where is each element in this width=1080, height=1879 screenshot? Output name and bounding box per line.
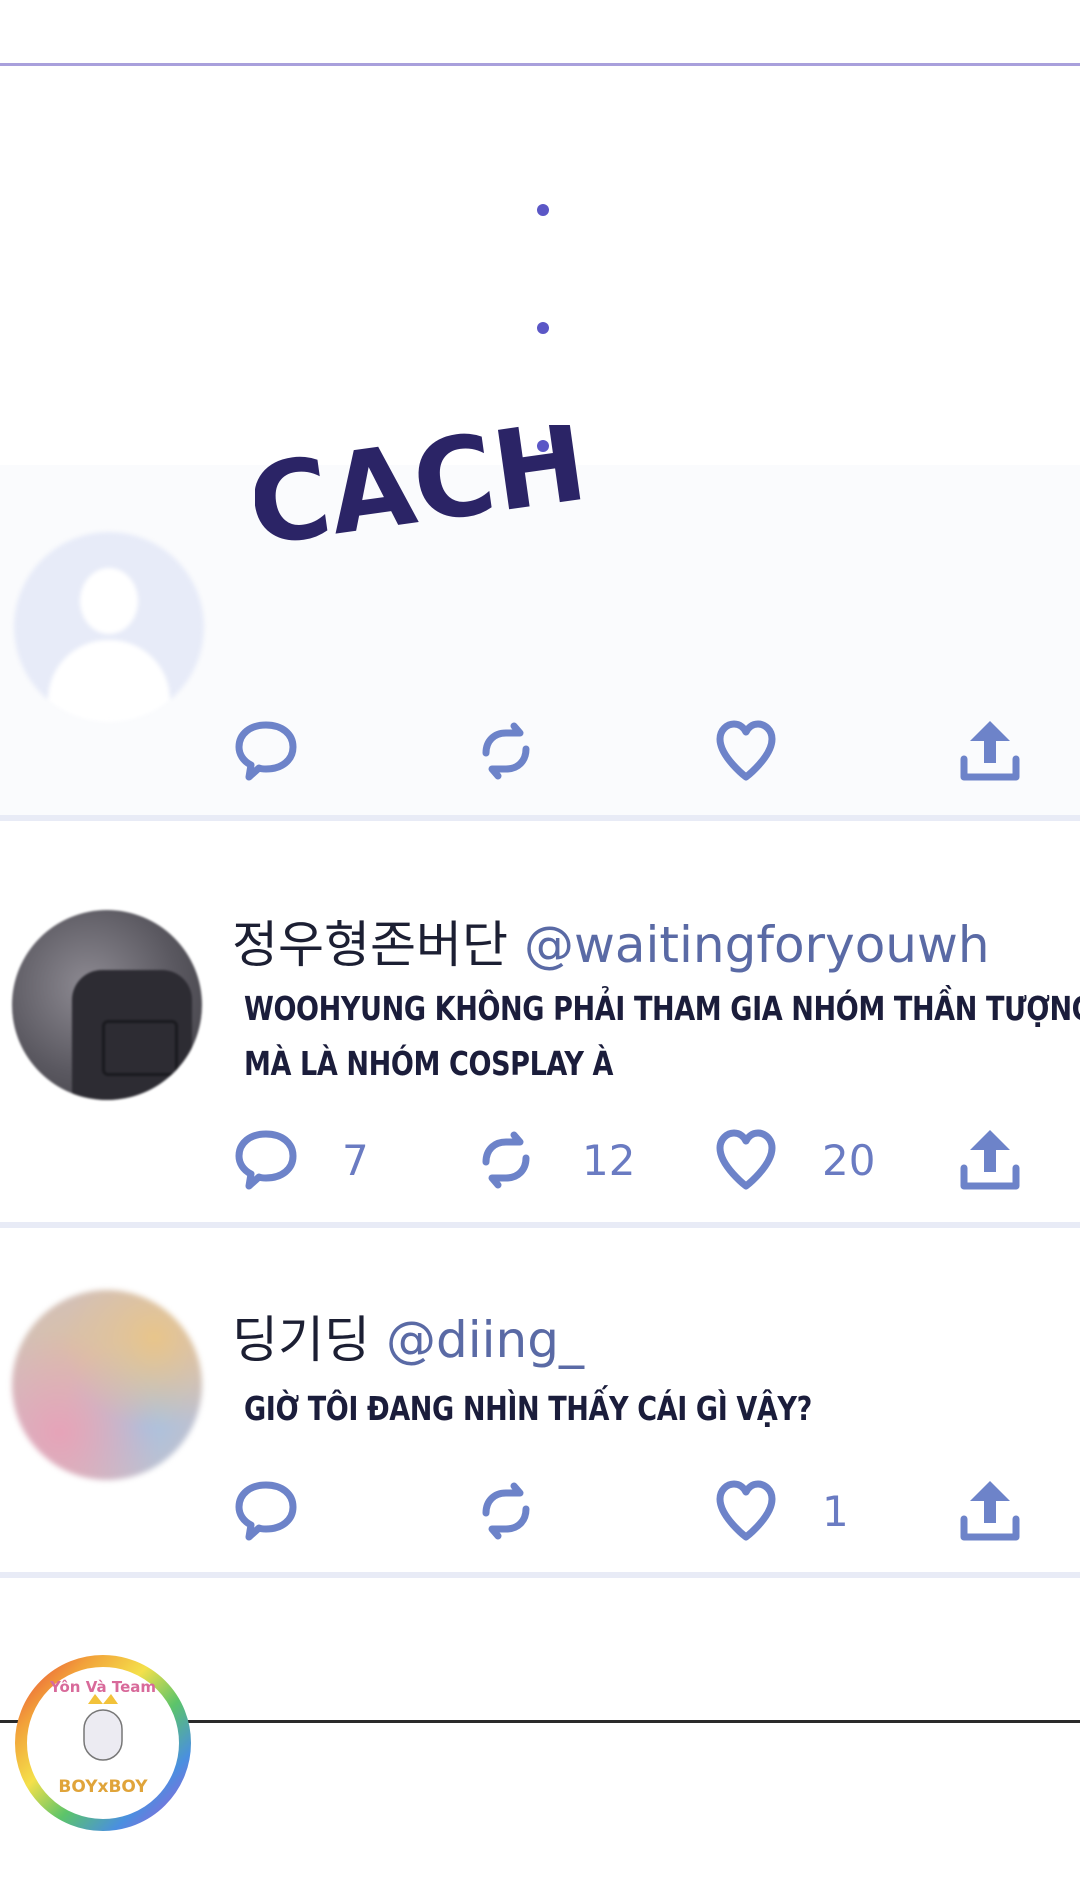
tweet-divider — [0, 815, 1080, 821]
share-button[interactable] — [956, 717, 1024, 785]
tweet-header: 딩기딩 @diing_ — [232, 1300, 584, 1372]
retweet-icon — [482, 1131, 530, 1189]
tweet-text: WOOHYUNG KHÔNG PHẢI THAM GIA NHÓM THẦN T… — [244, 981, 1080, 1091]
share-button[interactable] — [956, 1477, 1024, 1545]
ellipsis-dot — [537, 322, 549, 334]
retweet-icon — [482, 1482, 530, 1540]
tweet-divider — [0, 1572, 1080, 1578]
like-count: 1 — [822, 1486, 849, 1536]
retweet-button[interactable] — [472, 1477, 540, 1545]
retweet-icon — [482, 722, 530, 780]
share-icon — [960, 1130, 1020, 1190]
avatar-silhouette-body — [48, 640, 170, 722]
like-button[interactable]: 20 — [712, 1126, 875, 1194]
reply-count: 7 — [342, 1135, 369, 1185]
retweet-count: 12 — [582, 1135, 636, 1185]
heart-icon — [716, 720, 776, 781]
retweet-button[interactable] — [472, 717, 540, 785]
reply-icon — [235, 721, 297, 781]
user-handle[interactable]: @diing_ — [386, 1311, 584, 1369]
avatar[interactable] — [12, 910, 202, 1100]
sfx-text: CACH . . — [255, 425, 585, 571]
reply-button[interactable] — [232, 717, 300, 785]
reply-button[interactable] — [232, 1477, 300, 1545]
tweet-divider — [0, 1222, 1080, 1228]
display-name[interactable]: 정우형존버단 — [232, 916, 508, 974]
like-button[interactable]: 1 — [712, 1477, 849, 1545]
retweet-button[interactable]: 12 — [472, 1126, 635, 1194]
tweet-text-line: GIỜ TÔI ĐANG NHÌN THẤY CÁI GÌ VẬY? — [244, 1389, 812, 1428]
reply-icon — [235, 1130, 297, 1190]
logo-top-text: Yôn Và Team — [49, 1678, 156, 1696]
avatar[interactable] — [12, 1290, 202, 1480]
like-count: 20 — [822, 1135, 876, 1185]
default-avatar[interactable] — [14, 532, 204, 722]
display-name[interactable]: 딩기딩 — [232, 1311, 370, 1369]
scanlation-logo: Yôn Và Team BOYxBOY — [15, 1655, 191, 1831]
share-button[interactable] — [956, 1126, 1024, 1194]
heart-icon — [716, 1480, 776, 1541]
top-divider — [0, 63, 1080, 66]
share-icon — [960, 1481, 1020, 1541]
avatar-silhouette-head — [80, 568, 138, 634]
tweet-header: 정우형존버단 @waitingforyouwh — [232, 905, 990, 977]
reply-button[interactable]: 7 — [232, 1126, 369, 1194]
sound-effect: CACH . . — [255, 425, 585, 571]
tweet-text-line: MÀ LÀ NHÓM COSPLAY À — [244, 1044, 614, 1083]
mascot-icon — [83, 1709, 123, 1761]
like-button[interactable] — [712, 717, 780, 785]
logo-bottom-text: BOYxBOY — [58, 1777, 148, 1797]
avatar-image-detail — [102, 1020, 178, 1076]
ellipsis-dot — [537, 204, 549, 216]
share-icon — [960, 721, 1020, 781]
heart-icon — [716, 1129, 776, 1190]
tweet-text-line: WOOHYUNG KHÔNG PHẢI THAM GIA NHÓM THẦN T… — [244, 989, 1080, 1028]
tweet-text: GIỜ TÔI ĐANG NHÌN THẤY CÁI GÌ VẬY? — [244, 1381, 812, 1436]
user-handle[interactable]: @waitingforyouwh — [524, 916, 990, 974]
reply-icon — [235, 1481, 297, 1541]
